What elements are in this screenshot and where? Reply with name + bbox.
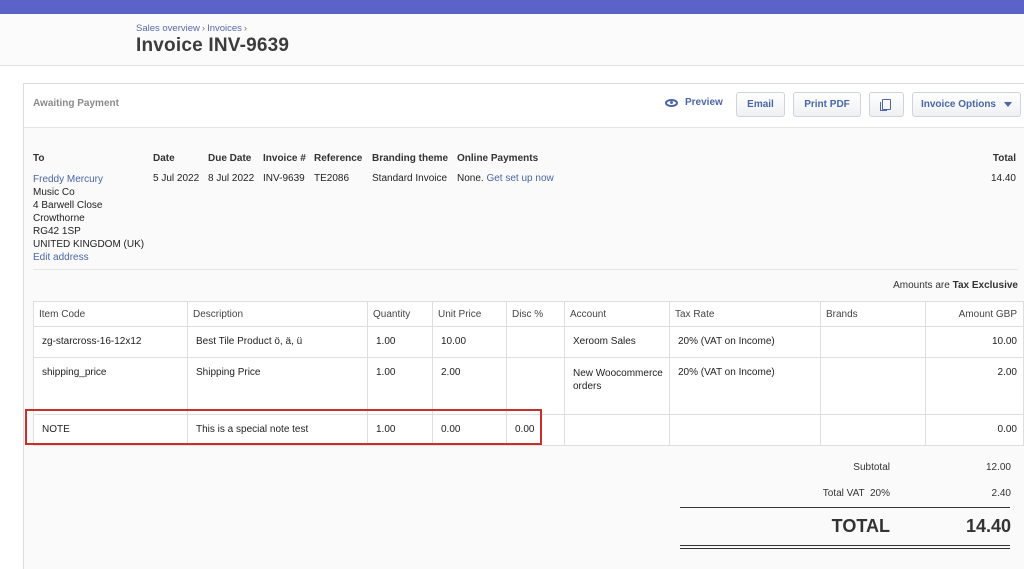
eye-icon bbox=[665, 98, 678, 107]
divider bbox=[33, 269, 1018, 270]
due-date: 8 Jul 2022 bbox=[208, 173, 255, 184]
subtotal-label: Subtotal bbox=[853, 462, 890, 473]
column-header-unit-price: Unit Price bbox=[432, 301, 507, 327]
cell-account[interactable]: New Woocommerce orders bbox=[564, 357, 670, 415]
cell-description[interactable]: Shipping Price bbox=[187, 357, 368, 415]
breadcrumb-separator: › bbox=[201, 23, 206, 34]
get-set-up-link[interactable]: Get set up now bbox=[486, 173, 553, 184]
totals-double-rule bbox=[680, 545, 1010, 546]
address-line: Crowthorne bbox=[33, 213, 85, 224]
invoice-date: 5 Jul 2022 bbox=[153, 173, 200, 184]
cell-amount[interactable]: 0.00 bbox=[925, 414, 1024, 446]
cell-disc[interactable] bbox=[506, 357, 565, 415]
top-app-bar bbox=[0, 0, 1024, 14]
cell-quantity[interactable]: 1.00 bbox=[367, 357, 433, 415]
cell-item-code[interactable]: zg-starcross-16-12x12 bbox=[33, 326, 188, 358]
table-row[interactable]: zg-starcross-16-12x12 Best Tile Product … bbox=[33, 326, 1024, 358]
address-line: 4 Barwell Close bbox=[33, 200, 103, 211]
online-payments-value: None. Get set up now bbox=[457, 173, 554, 184]
invoice-options-dropdown[interactable]: Invoice Options bbox=[912, 92, 1021, 117]
invoice-options-label: Invoice Options bbox=[920, 99, 996, 110]
cell-unit-price[interactable]: 10.00 bbox=[432, 326, 507, 358]
contact-address: Freddy Mercury Music Co 4 Barwell Close … bbox=[33, 173, 144, 264]
cell-unit-price[interactable]: 2.00 bbox=[432, 357, 507, 415]
breadcrumb: Sales overview › Invoices › bbox=[136, 23, 249, 34]
branding-theme-label: Branding theme bbox=[372, 153, 449, 164]
cell-description[interactable]: Best Tile Product ö, ä, ü bbox=[187, 326, 368, 358]
cell-tax-rate[interactable]: 20% (VAT on Income) bbox=[669, 357, 821, 415]
to-label: To bbox=[33, 153, 45, 164]
cell-tax-rate[interactable] bbox=[669, 414, 821, 446]
cell-quantity[interactable]: 1.00 bbox=[367, 326, 433, 358]
copy-icon bbox=[880, 99, 891, 111]
cell-account[interactable] bbox=[564, 414, 670, 446]
cell-disc[interactable] bbox=[506, 326, 565, 358]
column-header-amount: Amount GBP bbox=[925, 301, 1024, 327]
column-header-brands: Brands bbox=[820, 301, 926, 327]
table-row[interactable]: shipping_price Shipping Price 1.00 2.00 … bbox=[33, 357, 1024, 415]
reference-value: TE2086 bbox=[314, 173, 350, 184]
status-label: Awaiting Payment bbox=[33, 98, 119, 109]
chevron-down-icon bbox=[1004, 102, 1012, 107]
note-row-highlight bbox=[25, 409, 542, 445]
cell-brands[interactable] bbox=[820, 326, 926, 358]
cell-brands[interactable] bbox=[820, 414, 926, 446]
payments-status: None. bbox=[457, 173, 484, 184]
print-pdf-button[interactable]: Print PDF bbox=[793, 92, 861, 117]
preview-label: Preview bbox=[685, 97, 723, 108]
contact-name-link[interactable]: Freddy Mercury bbox=[33, 173, 144, 186]
column-header-account: Account bbox=[564, 301, 670, 327]
column-header-description: Description bbox=[187, 301, 368, 327]
email-label: Email bbox=[747, 99, 774, 110]
address-line: RG42 1SP bbox=[33, 226, 81, 237]
branding-theme-value: Standard Invoice bbox=[372, 173, 448, 184]
due-date-label: Due Date bbox=[208, 153, 252, 164]
preview-button[interactable]: Preview bbox=[665, 97, 723, 108]
breadcrumb-separator: › bbox=[243, 23, 248, 34]
tax-mode-prefix: Amounts are bbox=[893, 280, 950, 291]
cell-brands[interactable] bbox=[820, 357, 926, 415]
copy-button[interactable] bbox=[869, 92, 904, 117]
column-header-quantity: Quantity bbox=[367, 301, 433, 327]
total-vat-label: Total VAT 20% bbox=[822, 488, 890, 499]
page-title: Invoice INV-9639 bbox=[136, 35, 290, 56]
subtotal-value: 12.00 bbox=[985, 462, 1011, 473]
column-header-disc: Disc % bbox=[506, 301, 565, 327]
edit-address-link[interactable]: Edit address bbox=[33, 251, 144, 264]
address-line: Music Co bbox=[33, 187, 75, 198]
page-header: Sales overview › Invoices › Invoice INV-963… bbox=[0, 14, 1024, 66]
email-button[interactable]: Email bbox=[736, 92, 785, 117]
tax-mode-value: Tax Exclusive bbox=[952, 280, 1018, 291]
print-pdf-label: Print PDF bbox=[804, 99, 850, 110]
total-vat-value: 2.40 bbox=[991, 488, 1011, 499]
invoice-total: 14.40 bbox=[990, 173, 1016, 184]
invoice-toolbar: Awaiting Payment Preview Email Print PDF… bbox=[24, 84, 1024, 128]
grand-total-label: TOTAL bbox=[831, 516, 890, 536]
column-header-tax-rate: Tax Rate bbox=[669, 301, 821, 327]
cell-amount[interactable]: 10.00 bbox=[925, 326, 1024, 358]
totals-double-rule bbox=[680, 548, 1010, 549]
date-label: Date bbox=[153, 153, 175, 164]
column-header-item-code: Item Code bbox=[33, 301, 188, 327]
invoice-number: INV-9639 bbox=[263, 173, 305, 184]
reference-label: Reference bbox=[314, 153, 363, 164]
breadcrumb-sales-overview[interactable]: Sales overview bbox=[136, 23, 200, 34]
address-line: UNITED KINGDOM (UK) bbox=[33, 239, 145, 250]
cell-amount[interactable]: 2.00 bbox=[925, 357, 1024, 415]
online-payments-label: Online Payments bbox=[457, 153, 539, 164]
grand-total-value: 14.40 bbox=[965, 516, 1011, 536]
cell-tax-rate[interactable]: 20% (VAT on Income) bbox=[669, 326, 821, 358]
totals-rule bbox=[680, 507, 1010, 508]
tax-mode-note: Amounts are Tax Exclusive bbox=[893, 280, 1018, 291]
invoice-number-label: Invoice # bbox=[263, 153, 306, 164]
cell-account[interactable]: Xeroom Sales bbox=[564, 326, 670, 358]
breadcrumb-invoices[interactable]: Invoices bbox=[207, 23, 242, 34]
cell-item-code[interactable]: shipping_price bbox=[33, 357, 188, 415]
total-label: Total bbox=[992, 153, 1016, 164]
table-header-row: Item Code Description Quantity Unit Pric… bbox=[33, 301, 1024, 327]
